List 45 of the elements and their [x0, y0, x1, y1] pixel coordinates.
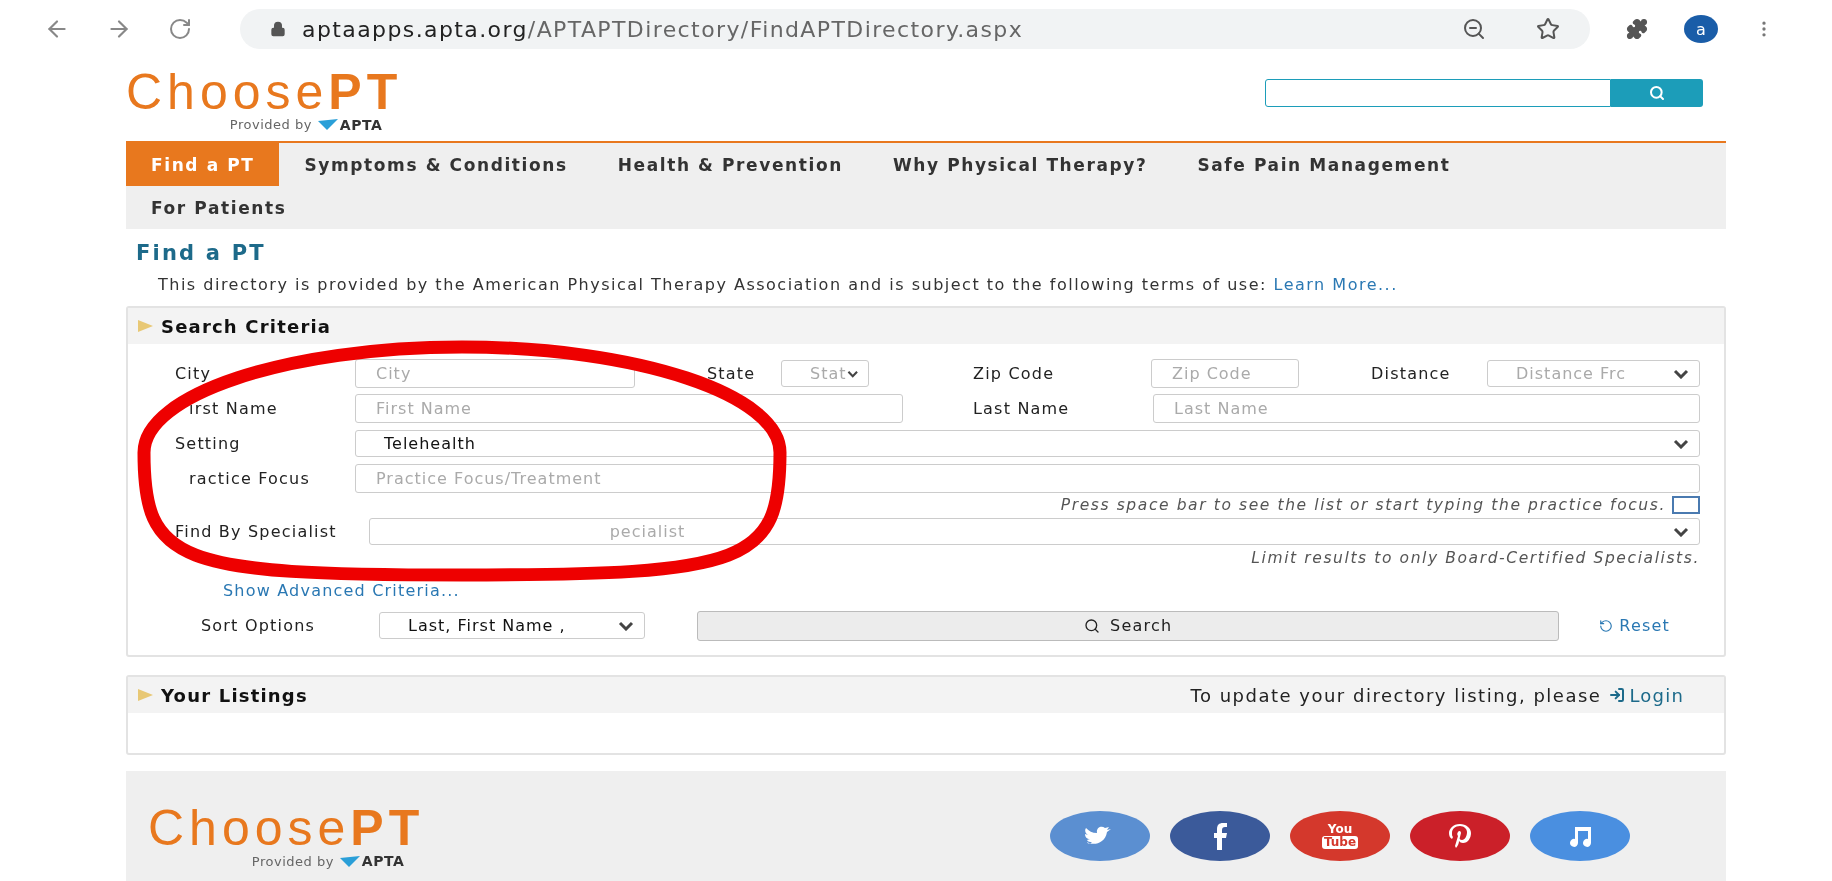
nav-tab[interactable]: Why Physical Therapy? — [867, 143, 1173, 186]
field-label: Sort Options — [201, 616, 317, 635]
login-link[interactable]: Login — [1609, 684, 1684, 706]
address-bar[interactable]: aptaapps.apta.org/APTAPTDirectory/FindAPTDirectory.aspx — [240, 9, 1590, 49]
panel-title: Search Criteria — [161, 315, 332, 337]
url-text: aptaapps.apta.org/APTAPTDirectory/FindAPTDirectory.aspx — [302, 16, 1024, 42]
panel-title: Your Listings — [161, 684, 308, 706]
profile-avatar[interactable]: a — [1684, 15, 1718, 43]
field-label: Last Name — [973, 399, 1071, 418]
nav-tab[interactable]: Safe Pain Management — [1172, 143, 1476, 186]
field-label: State — [707, 364, 757, 383]
nav-tab[interactable]: For Patients — [126, 186, 312, 229]
hint-text: Limit results to only Board-Certified Specialists. — [1251, 549, 1700, 567]
field-label: City — [175, 364, 213, 383]
terms-text: This directory is provided by the American Physical Therapy Association and is subject to the following terms of use: Learn More... — [158, 275, 1399, 294]
setting-select[interactable]: Telehealth — [355, 430, 1700, 457]
field-label: Setting — [175, 434, 242, 453]
zip-code-field[interactable]: Zip Code — [1151, 359, 1299, 388]
youtube-logo: You Tube — [1321, 823, 1359, 849]
nav-tab[interactable]: Health & Prevention — [592, 143, 868, 186]
practice-focus-field[interactable]: Practice Focus/Treatment — [355, 464, 1700, 493]
search-button[interactable]: Search — [697, 610, 1560, 641]
city-field[interactable]: City — [355, 359, 635, 388]
update-listing-text: To update your directory listing, please — [1190, 684, 1602, 706]
hint-text: Press space bar to see the list or start typing the practice focus. — [1060, 496, 1666, 514]
field-label: Find By Specialist — [175, 522, 337, 541]
sort-select[interactable]: Last, First Name , — [379, 612, 645, 639]
first-name-field[interactable]: First Name — [355, 394, 903, 423]
last-name-field[interactable]: Last Name — [1153, 394, 1700, 423]
page-title: Find a PT — [136, 241, 267, 265]
nav-tab[interactable]: Symptoms & Conditions — [279, 143, 593, 186]
field-label: ractice Focus — [189, 469, 311, 488]
field-label: Zip Code — [973, 364, 1056, 383]
advanced-criteria-link[interactable]: Show Advanced Criteria... — [223, 581, 460, 600]
provided-by-text: Provided by — [251, 853, 334, 869]
social-link[interactable]: You Tube — [1290, 811, 1390, 861]
provided-by-text: Provided by — [229, 117, 312, 132]
apta-text: APTA — [339, 116, 383, 133]
logo-wordmark[interactable]: ChoosePT — [126, 66, 403, 117]
learn-more-link[interactable]: Learn More... — [1273, 275, 1398, 294]
reset-link[interactable]: Reset — [1599, 616, 1670, 635]
apta-text: APTA — [361, 853, 405, 869]
field-label: Distance — [1371, 364, 1452, 383]
nav-tab[interactable]: Find a PT — [126, 143, 280, 186]
field-label: irst Name — [189, 399, 279, 418]
